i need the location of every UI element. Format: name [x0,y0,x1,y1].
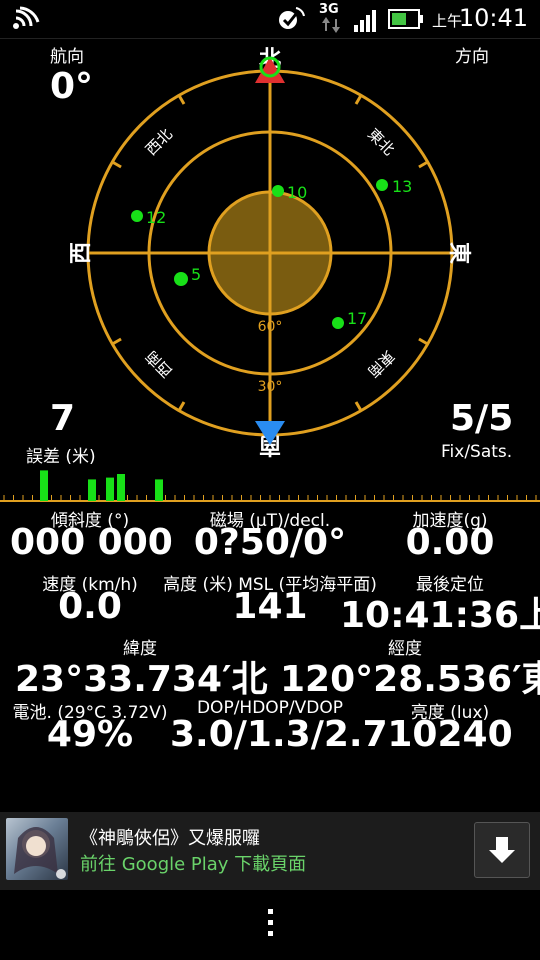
ring-60-label: 60° [258,319,283,335]
east-label: 東 [446,242,471,264]
longitude-value: 120°28.536′東 [280,659,540,700]
signal-strength-chart [0,470,540,502]
ad-thumbnail[interactable] [6,818,68,880]
satellite-prn: 17 [347,309,367,328]
signal-bar [40,470,48,501]
overflow-menu-icon[interactable] [260,905,280,941]
satellite-dot [376,179,388,191]
lastfix-value: 10:41:36上午 [340,595,540,636]
dop-value: 3.0/1.3/2.7 [170,714,388,755]
satellite-prn: 13 [392,177,412,196]
signal-bar [155,479,163,501]
accuracy-value: 7 [50,398,76,439]
latitude-value: 23°33.734′北 [15,659,268,700]
satellite-dot [131,210,143,222]
signal-bars [40,470,163,501]
magnetic-value: 0?50/0° [193,522,347,563]
satellite-dot [272,185,284,197]
northwest-label: 西北 [142,125,176,159]
accel-value: 0.00 [405,522,495,563]
signal-bar [117,474,125,501]
download-arrow-icon [489,837,515,863]
download-button[interactable] [474,822,530,878]
battery-value: 49% [46,714,134,755]
fix-label: Fix/Sats. [441,442,513,462]
ad-title: 《神鵰俠侶》又爆服囉 [80,828,260,849]
tilt-value: 000 000 [10,522,173,563]
signal-bar [88,479,96,501]
satellite-12[interactable]: 12 [131,208,166,227]
satellite-17[interactable]: 17 [332,309,367,329]
ad-subtitle[interactable]: 前往 Google Play 下載頁面 [80,850,306,876]
satellite-prn: 12 [146,208,166,227]
satellite-dot [174,272,188,286]
speed-value: 0.0 [58,586,122,627]
signal-scan-icon [13,6,40,29]
fix-value: 5/5 [450,398,514,439]
satellite-dot [332,317,344,329]
game-character-icon [14,827,66,879]
satellite-prn: 5 [191,265,201,284]
ring-30-label: 30° [258,379,283,395]
southwest-label: 西南 [142,347,176,381]
southeast-label: 東南 [364,347,398,381]
northeast-label: 東北 [364,125,398,159]
status-ampm: 上午 [431,12,462,30]
data-3g-icon [322,17,340,33]
battery-icon [388,9,423,29]
satellite-prn: 10 [287,183,307,202]
signal-bar [106,477,114,501]
altitude-value: 141 [232,586,308,627]
west-label: 西 [69,242,94,264]
satellite-5[interactable]: 5 [174,265,201,286]
network-type: 3G [319,2,339,17]
ad-banner[interactable]: 《神鵰俠侶》又爆服囉 前往 Google Play 下載頁面 [0,812,540,890]
status-bar: 3G 上午 10:41 [0,0,540,39]
gps-satellite-icon [279,7,305,29]
cell-signal-icon [354,10,376,32]
satellite-13[interactable]: 13 [376,177,412,196]
lux-value: 10240 [387,714,513,755]
status-clock: 10:41 [458,4,528,32]
